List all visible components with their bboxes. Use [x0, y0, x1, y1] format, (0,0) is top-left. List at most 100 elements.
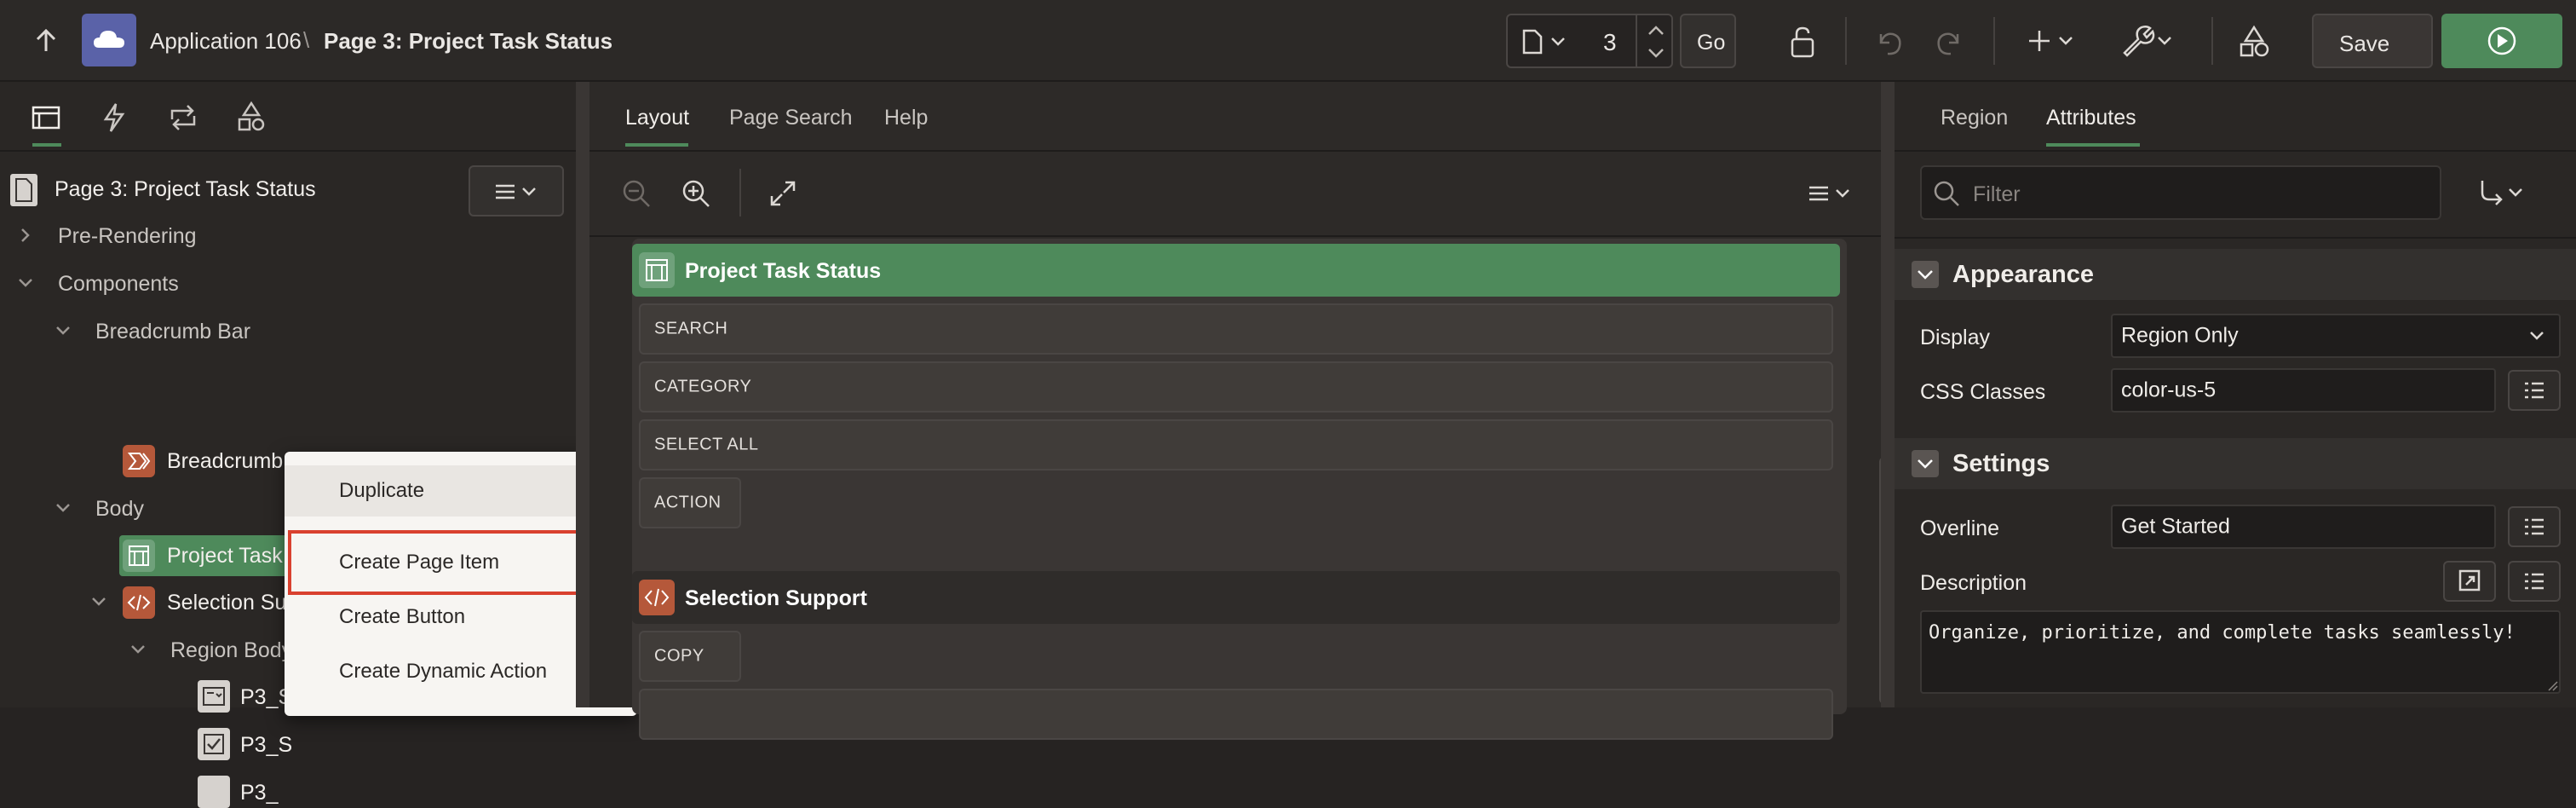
chevron-down-icon[interactable]: [90, 593, 107, 610]
tree-node-breadcrumb-bar[interactable]: Breadcrumb Bar: [95, 320, 250, 344]
description-value: Organize, prioritize, and complete tasks…: [1929, 622, 2516, 644]
chevron-down-icon: [2528, 329, 2545, 343]
region-title: Project Task Status: [685, 259, 882, 283]
layout-menu-icon[interactable]: [1804, 179, 1855, 208]
item-slot-search[interactable]: SEARCH: [639, 303, 1833, 355]
appearance-group-header[interactable]: Appearance: [1895, 249, 2576, 300]
appearance-header: Appearance: [1952, 261, 2095, 288]
property-editor: Region Attributes Filter Appearance Disp…: [1895, 82, 2576, 707]
display-label: Display: [1920, 326, 1990, 349]
tree-node-region-body[interactable]: Region Body: [170, 638, 292, 663]
panel-divider: [0, 150, 576, 152]
page-title: Page 3: Project Task Status: [324, 28, 613, 54]
item-slot[interactable]: [639, 689, 1833, 740]
description-textarea[interactable]: Organize, prioritize, and complete tasks…: [1920, 610, 2561, 694]
overline-input[interactable]: Get Started: [2111, 505, 2496, 549]
tree-node-project-task-selected[interactable]: Project Task S: [119, 535, 302, 576]
overline-list-button[interactable]: [2508, 506, 2561, 547]
page-selector[interactable]: 3: [1506, 14, 1673, 68]
chevron-down-icon: [1912, 450, 1939, 477]
app-icon[interactable]: [82, 14, 136, 66]
static-content-icon: [123, 586, 155, 619]
go-to-group-button[interactable]: [2477, 176, 2530, 210]
tab-attributes[interactable]: Attributes: [2046, 106, 2136, 130]
go-button[interactable]: Go: [1680, 14, 1736, 68]
item-slot-category[interactable]: CATEGORY: [639, 361, 1833, 413]
splitter-right[interactable]: [1881, 82, 1895, 707]
tree-node-pre-rendering[interactable]: Pre-Rendering: [58, 224, 197, 249]
tab-page-search[interactable]: Page Search: [729, 106, 853, 130]
utilities-wrench-icon[interactable]: [2119, 24, 2176, 58]
button-slot-action[interactable]: ACTION: [639, 477, 741, 528]
breadcrumb-region-icon: [123, 445, 155, 477]
rendering-tab-icon[interactable]: [31, 104, 61, 131]
top-toolbar: Application 106 \ Page 3: Project Task S…: [0, 0, 2576, 82]
tree-node-selection-support[interactable]: Selection Sup: [167, 591, 298, 615]
region-title: Selection Support: [685, 586, 867, 610]
checkbox-item-icon: [198, 728, 230, 760]
splitter-left[interactable]: [576, 82, 589, 707]
save-button[interactable]: Save: [2312, 14, 2433, 68]
page-node-label[interactable]: Page 3: Project Task Status: [55, 177, 316, 202]
filter-placeholder: Filter: [1973, 182, 2021, 206]
tree-node-item-3[interactable]: P3_: [240, 781, 278, 805]
page-number-input[interactable]: 3: [1603, 29, 1617, 56]
tree-node-breadcrumb[interactable]: Breadcrumb: [167, 449, 283, 474]
search-icon: [1932, 179, 1961, 208]
zoom-in-icon[interactable]: [680, 177, 712, 210]
panel-divider: [589, 150, 1881, 152]
description-label: Description: [1920, 571, 2027, 595]
css-classes-list-button[interactable]: [2508, 370, 2561, 411]
create-menu-button[interactable]: [2027, 26, 2079, 56]
chevron-right-icon[interactable]: [17, 227, 34, 244]
run-page-button[interactable]: [2441, 14, 2562, 68]
layout-panel: Layout Page Search Help Project Task Sta…: [576, 82, 1901, 740]
save-button-label: Save: [2339, 31, 2390, 56]
shared-components-icon[interactable]: [2237, 24, 2271, 58]
tab-layout[interactable]: Layout: [625, 106, 689, 130]
zoom-out-icon[interactable]: [620, 177, 653, 210]
lock-icon[interactable]: [1785, 26, 1820, 60]
active-tab-indicator: [625, 143, 688, 147]
resize-handle-icon[interactable]: [2547, 680, 2559, 692]
app-name-link[interactable]: Application 106: [150, 28, 302, 55]
chevron-down-icon: [1550, 36, 1566, 48]
page-node-icon: [10, 174, 37, 206]
tree-menu-button[interactable]: [469, 165, 564, 216]
tree-node-project-task-label: Project Task S: [167, 544, 303, 568]
chevron-down-icon[interactable]: [55, 322, 72, 339]
description-list-button[interactable]: [2508, 561, 2561, 602]
settings-group-header[interactable]: Settings: [1895, 438, 2576, 489]
dynamic-actions-tab-icon[interactable]: [101, 102, 128, 133]
expand-icon[interactable]: [767, 177, 799, 210]
region-header-selected[interactable]: Project Task Status: [632, 244, 1840, 297]
chevron-down-icon[interactable]: [55, 499, 72, 517]
up-arrow-icon[interactable]: [31, 26, 61, 56]
chevron-down-icon[interactable]: [17, 274, 34, 291]
button-slot-copy[interactable]: COPY: [639, 631, 741, 682]
item-slot-select-all[interactable]: SELECT ALL: [639, 419, 1833, 470]
display-select[interactable]: Region Only: [2111, 314, 2561, 358]
shared-components-tab-icon[interactable]: [235, 101, 267, 133]
page-stepper[interactable]: [1636, 15, 1673, 66]
tree-node-components[interactable]: Components: [58, 272, 179, 297]
filter-input[interactable]: Filter: [1920, 165, 2441, 220]
css-classes-input[interactable]: color-us-5: [2111, 368, 2496, 413]
toolbar-divider: [1993, 17, 1995, 65]
select-list-icon: [198, 680, 230, 713]
redo-icon[interactable]: [1934, 26, 1966, 58]
checkbox-item-icon: [198, 776, 230, 808]
undo-icon[interactable]: [1872, 26, 1905, 58]
description-expand-button[interactable]: [2443, 561, 2496, 602]
toolbar-divider: [2211, 17, 2213, 65]
panel-divider: [1895, 150, 2576, 152]
region-header[interactable]: Selection Support: [632, 571, 1840, 624]
processing-tab-icon[interactable]: [167, 102, 199, 133]
panel-divider: [1895, 237, 2576, 239]
panel-divider: [589, 235, 1881, 237]
tab-help[interactable]: Help: [884, 106, 928, 130]
tree-node-item-2[interactable]: P3_S: [240, 733, 292, 758]
tab-region[interactable]: Region: [1941, 106, 2008, 130]
chevron-down-icon[interactable]: [129, 641, 147, 658]
tree-node-body[interactable]: Body: [95, 497, 144, 522]
